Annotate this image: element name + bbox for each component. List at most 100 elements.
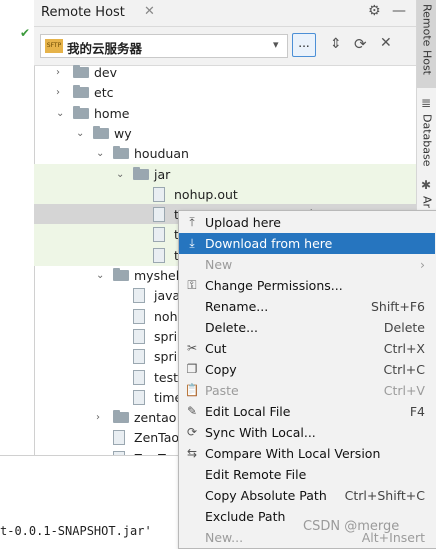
- chevron-right-icon[interactable]: ›: [56, 82, 68, 103]
- tree-node-label: jar: [154, 166, 171, 182]
- menu-item[interactable]: Copy Absolute Path Ctrl+Shift+C: [179, 485, 435, 506]
- file-icon: [113, 430, 125, 446]
- menu-item-label: Sync With Local...: [205, 425, 316, 440]
- tree-node-label: ZenTao: [134, 430, 180, 446]
- file-icon: [133, 349, 145, 365]
- tree-folder-row[interactable]: ⌄ wy: [34, 123, 416, 144]
- tree-node-label: home: [94, 105, 130, 121]
- menu-item-label: New: [205, 257, 233, 272]
- server-toolbar: SFTP 我的云服务器 ▾ ... ⇕ ⟳ ✕: [34, 27, 416, 66]
- tool-window-header: Remote Host ✕ ⚙ —: [34, 0, 416, 27]
- file-icon: [133, 288, 145, 304]
- download-icon: ⤓: [189, 236, 195, 250]
- tab-remote-host[interactable]: Remote Host: [417, 0, 436, 88]
- menu-item-label: Cut: [205, 341, 227, 356]
- refresh-icon[interactable]: ⟳: [354, 35, 367, 53]
- menu-item-label: Change Permissions...: [205, 278, 343, 293]
- folder-icon: [133, 166, 149, 180]
- tree-node-label: noh: [154, 308, 178, 324]
- file-icon: [133, 308, 145, 324]
- chevron-down-icon[interactable]: ⌄: [96, 265, 108, 286]
- sftp-icon: SFTP: [45, 39, 63, 53]
- chevron-down-icon[interactable]: ⌄: [76, 123, 88, 144]
- menu-item-shortcut: Ctrl+X: [383, 341, 425, 356]
- database-icon: ≣: [421, 96, 432, 110]
- paste-icon: 📋: [184, 383, 200, 397]
- key-icon: ⚿: [187, 278, 197, 292]
- menu-item-label: Upload here: [205, 215, 281, 230]
- menu-item: 📋 Paste Ctrl+V: [179, 380, 435, 401]
- menu-item[interactable]: ⟳ Sync With Local...: [179, 422, 435, 443]
- menu-item[interactable]: ✎ Edit Local File F4: [179, 401, 435, 422]
- menu-item-shortcut: F4: [409, 404, 425, 419]
- menu-item[interactable]: ❐ Copy Ctrl+C: [179, 359, 435, 380]
- ant-icon: ✱: [421, 178, 432, 192]
- tree-folder-row[interactable]: ⌄ jar: [34, 163, 416, 185]
- disconnect-icon[interactable]: ✕: [380, 35, 392, 51]
- chevron-right-icon[interactable]: ›: [56, 62, 68, 83]
- chevron-down-icon[interactable]: ⌄: [116, 164, 128, 185]
- menu-item-label: Edit Local File: [205, 404, 291, 419]
- tree-folder-row[interactable]: › dev: [34, 62, 416, 83]
- menu-item[interactable]: ⤒ Upload here: [179, 212, 435, 233]
- menu-item-label: Compare With Local Version: [205, 446, 381, 461]
- menu-item-shortcut: Ctrl+Shift+C: [344, 488, 425, 503]
- gear-icon[interactable]: ⚙: [368, 3, 381, 19]
- menu-item[interactable]: ⤓ Download from here: [179, 233, 435, 254]
- collapse-icon[interactable]: ⇕: [330, 36, 342, 52]
- menu-item-label: New...: [205, 530, 244, 545]
- chevron-down-icon[interactable]: ⌄: [56, 103, 68, 124]
- file-icon: [153, 247, 165, 263]
- menu-item[interactable]: Edit Remote File: [179, 464, 435, 485]
- folder-icon: [113, 146, 129, 160]
- file-icon: [153, 207, 165, 223]
- file-icon: [133, 328, 145, 344]
- chevron-right-icon[interactable]: ›: [96, 407, 108, 428]
- menu-item: New ›: [179, 254, 435, 275]
- tree-node-label: java: [154, 288, 181, 304]
- tree-file-row[interactable]: nohup.out: [34, 183, 416, 205]
- folder-icon: [93, 125, 109, 139]
- file-icon: [153, 186, 165, 202]
- server-selector[interactable]: SFTP 我的云服务器 ▾: [40, 34, 288, 58]
- file-icon: [133, 369, 145, 385]
- chevron-down-icon[interactable]: ⌄: [96, 143, 108, 164]
- menu-item[interactable]: ✂ Cut Ctrl+X: [179, 338, 435, 359]
- menu-item-label: Exclude Path: [205, 509, 286, 524]
- menu-item[interactable]: ⇆ Compare With Local Version: [179, 443, 435, 464]
- tree-folder-row[interactable]: › etc: [34, 82, 416, 103]
- folder-icon: [73, 65, 89, 78]
- tab-database[interactable]: Database: [417, 110, 436, 170]
- menu-item-label: Copy Absolute Path: [205, 488, 327, 503]
- scissors-icon: ✂: [186, 341, 198, 355]
- menu-item-shortcut: Ctrl+V: [383, 383, 425, 398]
- check-icon: ✔: [20, 26, 31, 40]
- watermark: CSDN @merge: [303, 519, 400, 534]
- file-icon: [153, 227, 165, 243]
- menu-item-label: Delete...: [205, 320, 258, 335]
- tree-folder-row[interactable]: ⌄ houduan: [34, 143, 416, 164]
- folder-icon: [113, 410, 129, 424]
- menu-item[interactable]: Delete... Delete: [179, 317, 435, 338]
- menu-item[interactable]: ⚿ Change Permissions...: [179, 275, 435, 296]
- menu-item[interactable]: Rename... Shift+F6: [179, 296, 435, 317]
- menu-item-shortcut: Shift+F6: [370, 299, 425, 314]
- console-panel: t-0.0.1-SNAPSHOT.jar': [0, 455, 178, 548]
- browse-button[interactable]: ...: [292, 33, 316, 57]
- tree-node-label: dev: [94, 65, 118, 80]
- submenu-arrow-icon: ›: [420, 257, 425, 272]
- tree-node-label: wy: [114, 125, 132, 141]
- tree-node-label: houduan: [134, 146, 189, 162]
- close-tab-icon[interactable]: ✕: [144, 4, 155, 19]
- menu-item-shortcut: Delete: [383, 320, 425, 335]
- tree-folder-row[interactable]: ⌄ home: [34, 103, 416, 124]
- tree-node-label: etc: [94, 85, 114, 101]
- minimize-icon[interactable]: —: [392, 3, 406, 19]
- folder-icon: [73, 85, 89, 99]
- file-icon: [133, 389, 145, 405]
- compare-icon: ⇆: [186, 446, 198, 460]
- copy-icon: ❐: [186, 362, 198, 376]
- server-name: 我的云服务器: [67, 41, 143, 56]
- menu-item-shortcut: Ctrl+C: [383, 362, 425, 377]
- sync-icon: ⟳: [186, 425, 198, 439]
